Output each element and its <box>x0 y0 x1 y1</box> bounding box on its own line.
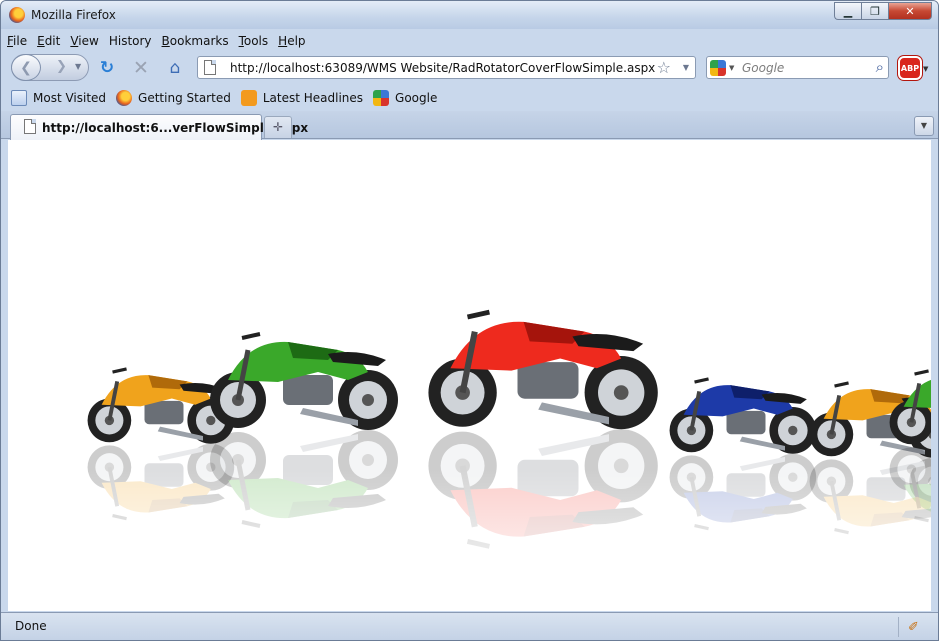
search-input[interactable] <box>742 60 867 76</box>
menu-bar: File Edit View History Bookmarks Tools H… <box>2 31 311 51</box>
firefox-app-icon <box>9 7 25 23</box>
page-icon <box>204 60 216 75</box>
bookmark-getting-started[interactable]: Getting Started <box>116 90 231 106</box>
home-button[interactable]: ⌂ <box>165 58 185 78</box>
stop-button[interactable]: ✕ <box>131 57 151 79</box>
maximize-button[interactable]: ❐ <box>861 2 888 20</box>
status-bar: Done ✐ <box>1 612 938 640</box>
browser-window: Mozilla Firefox ▁ ❐ ✕ File Edit View His… <box>0 0 939 641</box>
rss-icon <box>240 90 257 106</box>
menu-history[interactable]: History <box>104 31 157 51</box>
reload-icon: ↻ <box>99 58 115 78</box>
tab-strip: http://localhost:6...verFlowSimple.aspx … <box>1 111 938 140</box>
tab-list-button[interactable]: ▼ <box>914 116 934 136</box>
bookmark-google[interactable]: Google <box>373 90 437 106</box>
reflection-fade <box>8 470 931 611</box>
menu-bookmarks[interactable]: Bookmarks <box>157 31 234 51</box>
close-button[interactable]: ✕ <box>888 2 932 20</box>
window-title: Mozilla Firefox <box>31 8 116 22</box>
tab-page-icon <box>24 119 36 134</box>
stop-icon: ✕ <box>133 57 149 79</box>
most-visited-icon <box>11 90 27 106</box>
bookmarks-toolbar: Most Visited Getting Started Latest Head… <box>1 87 437 109</box>
search-icon[interactable]: ⌕ <box>876 58 884 76</box>
back-forward-group: ❮ ❯ ▼ <box>11 54 89 81</box>
plus-icon: ✛ <box>272 120 284 134</box>
url-text[interactable]: http://localhost:63089/WMS Website/RadRo… <box>230 61 655 75</box>
navigation-toolbar: ❮ ❯ ▼ ↻ ✕ ⌂ http://localhost:63089/WMS W… <box>1 51 938 85</box>
menu-file[interactable]: File <box>2 31 32 51</box>
menu-edit[interactable]: Edit <box>32 31 65 51</box>
history-dropdown-icon[interactable]: ▼ <box>75 62 81 71</box>
cover-flow-rotator[interactable] <box>8 140 931 611</box>
blue-sport-bike[interactable] <box>669 377 817 454</box>
bookmark-latest-headlines[interactable]: Latest Headlines <box>240 90 363 106</box>
red-sport-bike[interactable] <box>428 309 658 430</box>
google-engine-icon[interactable] <box>710 60 726 76</box>
addon-status-icon[interactable]: ✐ <box>898 617 928 637</box>
menu-help[interactable]: Help <box>273 31 310 51</box>
green-bike[interactable] <box>210 332 398 430</box>
engine-dropdown-icon[interactable]: ▼ <box>729 64 734 72</box>
home-icon: ⌂ <box>169 58 181 78</box>
bookmark-star-icon[interactable]: ☆ <box>657 58 671 77</box>
menu-tools[interactable]: Tools <box>234 31 274 51</box>
forward-button[interactable]: ❯ <box>56 59 67 74</box>
bookmark-most-visited[interactable]: Most Visited <box>11 90 106 106</box>
address-bar[interactable]: http://localhost:63089/WMS Website/RadRo… <box>197 56 696 79</box>
chevron-down-icon: ▼ <box>920 121 928 130</box>
back-arrow-icon: ❮ <box>20 59 32 76</box>
back-button[interactable]: ❮ <box>11 54 41 81</box>
reload-button[interactable]: ↻ <box>97 58 117 78</box>
new-tab-button[interactable]: ✛ <box>264 116 292 138</box>
page-content <box>8 140 931 611</box>
title-bar: Mozilla Firefox ▁ ❐ ✕ <box>1 1 938 29</box>
minimize-button[interactable]: ▁ <box>834 2 861 20</box>
tab-current[interactable]: http://localhost:6...verFlowSimple.aspx <box>10 114 308 140</box>
green-bike-partial[interactable] <box>889 369 931 446</box>
firefox-icon <box>116 90 133 106</box>
maximize-icon: ❐ <box>870 4 880 18</box>
window-controls: ▁ ❐ ✕ <box>834 2 932 20</box>
adblock-label: ABP <box>900 63 920 73</box>
search-bar: ▼ ⌕ <box>706 56 889 79</box>
close-icon: ✕ <box>905 4 915 18</box>
adblock-plus-button[interactable]: ABP <box>898 56 922 80</box>
status-text: Done <box>15 619 47 633</box>
minimize-icon: ▁ <box>843 4 853 18</box>
url-dropdown-icon[interactable]: ▼ <box>683 63 689 72</box>
menu-view[interactable]: View <box>65 31 103 51</box>
google-icon <box>373 90 390 106</box>
adblock-dropdown-icon[interactable]: ▼ <box>923 65 928 73</box>
